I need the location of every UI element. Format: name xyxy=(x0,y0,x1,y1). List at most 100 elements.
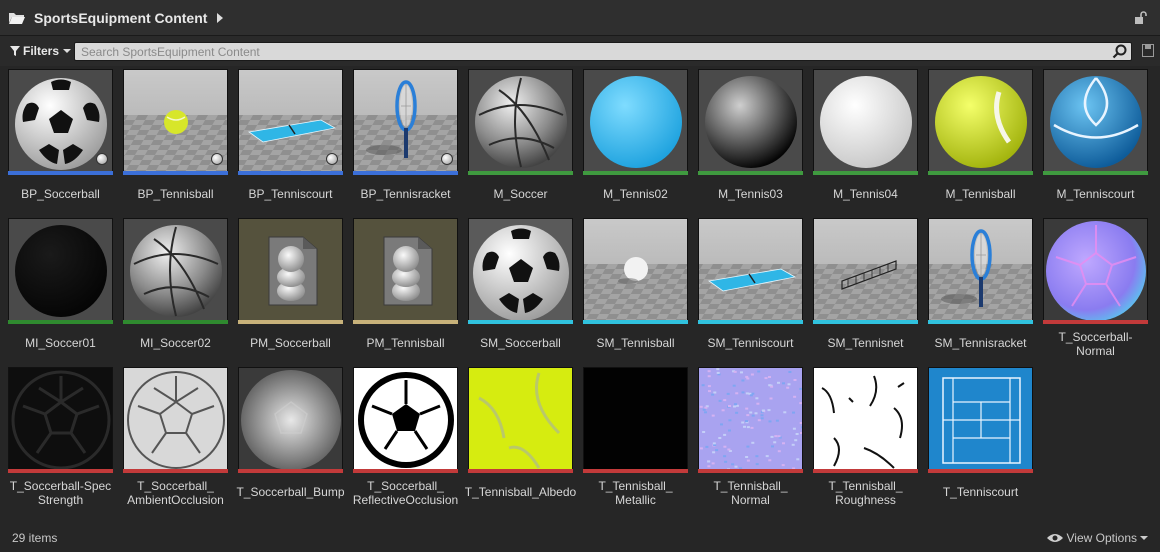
asset-name: SM_Tennisball xyxy=(596,336,675,350)
court-texture-icon xyxy=(928,367,1033,472)
yellow-tennis-ball-icon xyxy=(928,69,1033,174)
asset-name: BP_Soccerball xyxy=(21,187,100,201)
tennis-racket-icon xyxy=(928,218,1033,323)
asset-name: M_Tenniscourt xyxy=(1056,187,1135,201)
asset-name: MI_Soccer01 xyxy=(25,336,96,350)
asset-name: SM_Soccerball xyxy=(480,336,561,350)
tennis-court-scene-icon xyxy=(238,69,343,174)
asset-name: T_Tennisball_ Roughness xyxy=(828,479,903,507)
asset-type-color-bar xyxy=(583,171,688,175)
tennis-court-scene-icon xyxy=(698,218,803,323)
asset-type-color-bar xyxy=(8,469,113,473)
asset-name: T_Soccerball-Spec Strength xyxy=(9,479,112,507)
white-ball-scene-icon xyxy=(583,218,688,323)
black-sphere-icon xyxy=(698,69,803,174)
bw-soccer-texture-icon xyxy=(353,367,458,472)
tennis-ball-scene-icon xyxy=(123,69,228,174)
path-arrow-icon[interactable] xyxy=(217,12,224,23)
asset-type-color-bar xyxy=(238,320,343,324)
content-browser-header: SportsEquipment Content xyxy=(0,0,1160,36)
asset-name: M_Tennis03 xyxy=(718,187,783,201)
black-texture-icon xyxy=(583,367,688,472)
tennis-net-scene-icon xyxy=(813,218,918,323)
asset-type-color-bar xyxy=(813,171,918,175)
asset-name: SM_Tennisracket xyxy=(934,336,1027,350)
asset-name: T_Tennisball_Albedo xyxy=(464,485,577,499)
search-input[interactable] xyxy=(75,43,1131,60)
asset-name: BP_Tennisball xyxy=(137,187,214,201)
asset-type-color-bar xyxy=(583,469,688,473)
asset-name: SM_Tennisnet xyxy=(827,336,904,350)
asset-type-color-bar xyxy=(353,171,458,175)
dark-sphere-icon xyxy=(8,218,113,323)
save-search-icon[interactable] xyxy=(1142,44,1154,57)
asset-grid: BP_Soccerball BP_Tennisball BP_Tenniscou… xyxy=(0,66,1160,524)
search-icon[interactable] xyxy=(1112,44,1127,59)
asset-name: T_Soccerball_Bump xyxy=(236,485,345,499)
eye-icon xyxy=(1046,534,1063,542)
yellow-texture-icon xyxy=(468,367,573,472)
blue-court-sphere-icon xyxy=(1043,69,1148,174)
status-bar: 29 items View Options xyxy=(0,524,1160,552)
asset-name: PM_Soccerball xyxy=(250,336,331,350)
asset-type-color-bar xyxy=(468,171,573,175)
physics-material-icon xyxy=(353,218,458,323)
folder-open-icon xyxy=(9,12,25,24)
asset-type-color-bar xyxy=(123,171,228,175)
funnel-icon xyxy=(10,46,20,56)
asset-type-color-bar xyxy=(928,320,1033,324)
asset-name: T_Tennisball_ Normal xyxy=(713,479,788,507)
asset-name: PM_Tennisball xyxy=(366,336,445,350)
asset-type-color-bar xyxy=(583,320,688,324)
blue-sphere-icon xyxy=(583,69,688,174)
item-count: 29 items xyxy=(12,531,58,545)
view-options-button[interactable]: View Options xyxy=(1046,531,1148,545)
asset-name: T_Tenniscourt xyxy=(942,485,1019,499)
page-title: SportsEquipment Content xyxy=(34,9,208,26)
white-sphere-icon xyxy=(813,69,918,174)
asset-name: SM_Tenniscourt xyxy=(707,336,794,350)
silver-ball-icon xyxy=(468,69,573,174)
asset-type-color-bar xyxy=(1043,320,1148,324)
search-box xyxy=(74,42,1132,61)
asset-name: M_Soccer xyxy=(493,187,548,201)
asset-name: M_Tennisball xyxy=(945,187,1016,201)
asset-type-color-bar xyxy=(813,320,918,324)
asset-type-color-bar xyxy=(238,171,343,175)
filters-button[interactable]: Filters xyxy=(10,44,72,58)
asset-name: T_Soccerball_ ReflectiveOcclusion xyxy=(352,479,459,507)
blueprint-badge-icon xyxy=(211,153,223,165)
asset-name: M_Tennis04 xyxy=(833,187,898,201)
soccer-ball-icon xyxy=(8,69,113,174)
asset-type-color-bar xyxy=(1043,171,1148,175)
blueprint-badge-icon xyxy=(326,153,338,165)
blueprint-badge-icon xyxy=(96,153,108,165)
asset-type-color-bar xyxy=(8,171,113,175)
asset-type-color-bar xyxy=(928,469,1033,473)
lock-icon[interactable] xyxy=(1134,11,1148,25)
tennis-racket-icon xyxy=(353,69,458,174)
asset-name: T_Soccerball- Normal xyxy=(1058,330,1133,358)
physics-material-icon xyxy=(238,218,343,323)
asset-type-color-bar xyxy=(8,320,113,324)
silver-ball-icon xyxy=(123,218,228,323)
filter-bar: Filters xyxy=(0,36,1160,66)
asset-type-color-bar xyxy=(468,469,573,473)
bump-texture-icon xyxy=(238,367,343,472)
ao-hex-texture-icon xyxy=(123,367,228,472)
asset-name: M_Tennis02 xyxy=(603,187,668,201)
asset-name: BP_Tenniscourt xyxy=(248,187,333,201)
normal-map-ball-icon xyxy=(1043,218,1148,323)
chevron-down-icon xyxy=(1140,536,1148,540)
blueprint-badge-icon xyxy=(441,153,453,165)
asset-type-color-bar xyxy=(353,320,458,324)
asset-name: MI_Soccer02 xyxy=(140,336,211,350)
asset-type-color-bar xyxy=(123,469,228,473)
asset-type-color-bar xyxy=(238,469,343,473)
asset-type-color-bar xyxy=(123,320,228,324)
filters-label: Filters xyxy=(23,44,60,58)
view-options-label: View Options xyxy=(1066,531,1137,545)
soccer-ball-large-icon xyxy=(468,218,573,323)
dark-hex-texture-icon xyxy=(8,367,113,472)
asset-type-color-bar xyxy=(928,171,1033,175)
